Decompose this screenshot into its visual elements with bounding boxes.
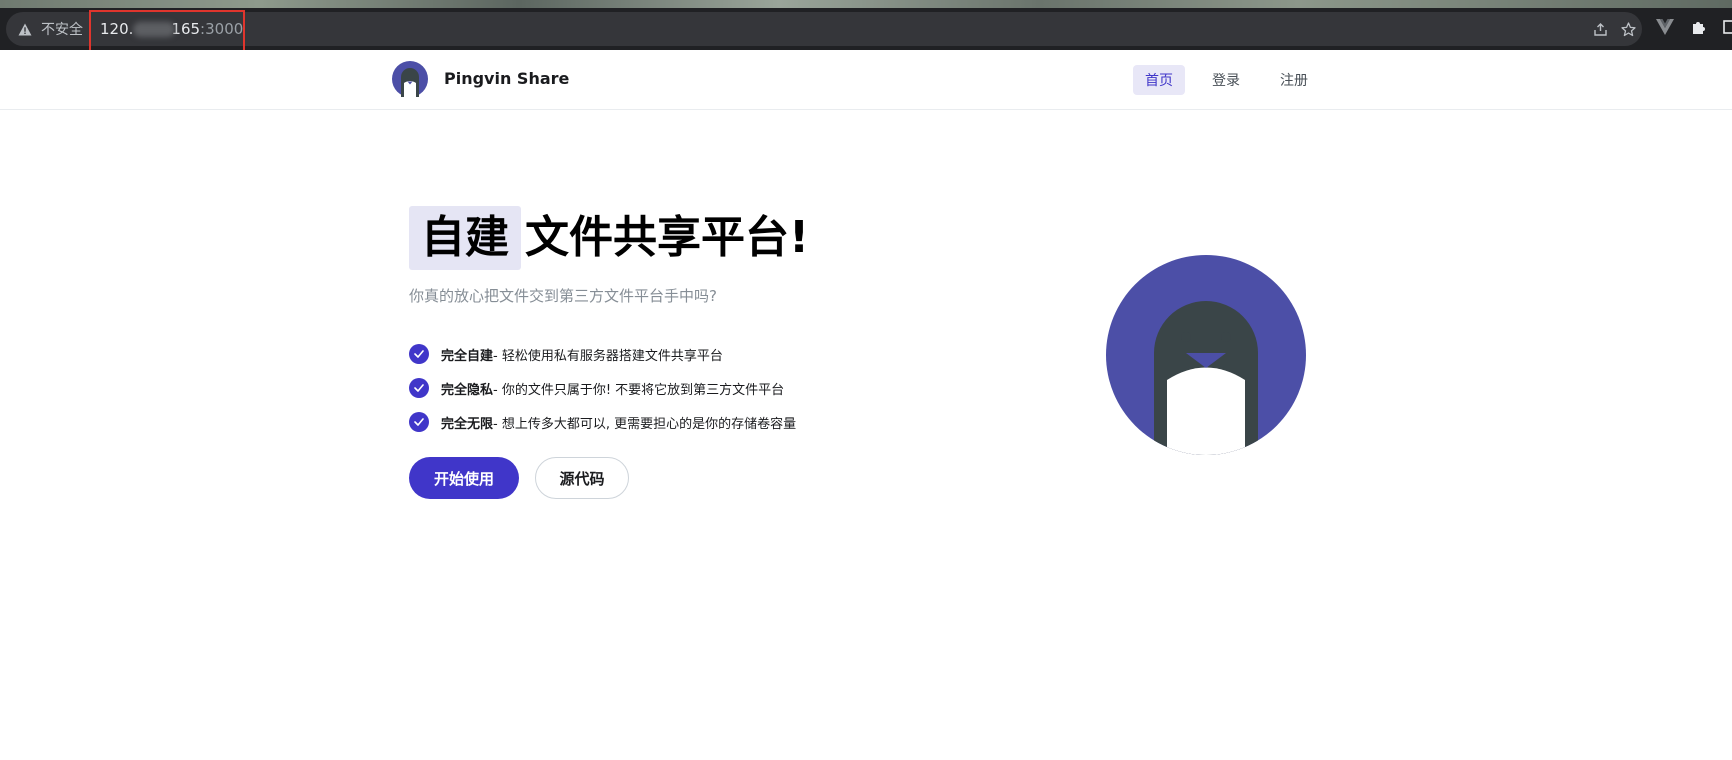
feature-title: 完全无限 [441,416,494,432]
feature-text: - 想上传多大都可以, 更需要担心的是你的存储卷容量 [493,416,797,432]
share-icon[interactable] [1592,21,1608,37]
window-top-strip [0,0,1732,8]
check-icon [409,344,429,364]
get-started-button[interactable]: 开始使用 [409,457,519,499]
feature-list: 完全自建 - 轻松使用私有服务器搭建文件共享平台 完全隐私 - 你的文件只属于你… [409,337,796,439]
security-label[interactable]: 不安全 [41,19,83,39]
feature-item: 完全自建 - 轻松使用私有服务器搭建文件共享平台 [409,337,796,371]
nav-register[interactable]: 注册 [1268,65,1320,95]
check-icon [409,378,429,398]
feature-title: 完全自建 [441,348,494,364]
address-bar[interactable]: 不安全 120. 165:3000 [6,12,1642,46]
feature-item: 完全隐私 - 你的文件只属于你! 不要将它放到第三方文件平台 [409,371,796,405]
hero-title-text: 文件共享平台! [525,212,810,263]
app-header: Pingvin Share 首页 登录 注册 [0,50,1732,110]
warning-triangle-icon[interactable] [17,21,33,37]
url-highlight-box [89,10,245,52]
source-code-button[interactable]: 源代码 [535,457,629,499]
feature-title: 完全隐私 [441,382,494,398]
vue-devtools-extension-icon[interactable] [1656,18,1674,36]
check-icon [409,412,429,432]
feature-item: 完全无限 - 想上传多大都可以, 更需要担心的是你的存储卷容量 [409,405,796,439]
browser-toolbar: 不安全 120. 165:3000 [0,8,1732,50]
feature-text: - 你的文件只属于你! 不要将它放到第三方文件平台 [493,382,785,398]
feature-text: - 轻松使用私有服务器搭建文件共享平台 [493,348,723,364]
brand-name[interactable]: Pingvin Share [444,69,569,88]
nav-home[interactable]: 首页 [1133,65,1185,95]
star-icon[interactable] [1620,21,1636,37]
pingvin-logo[interactable] [392,61,428,97]
penguin-illustration [1104,255,1308,459]
side-panel-icon[interactable] [1720,18,1732,36]
hero-subtitle: 你真的放心把文件交到第三方文件平台手中吗? [409,287,717,305]
puzzle-icon[interactable] [1690,18,1708,36]
nav-login[interactable]: 登录 [1200,65,1252,95]
hero-title: 自建 文件共享平台! [409,206,809,270]
hero-title-highlight: 自建 [409,206,521,270]
